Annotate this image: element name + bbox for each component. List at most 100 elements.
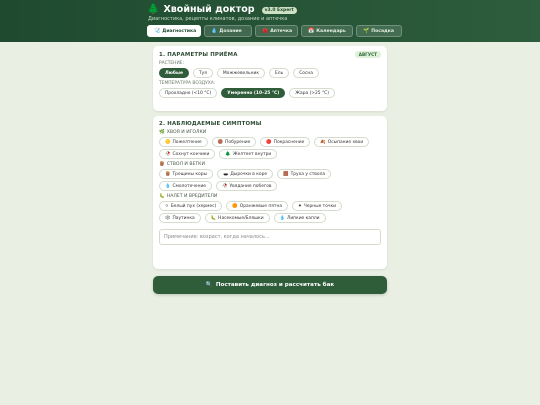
temp-option-cool[interactable]: Прохладно (<10 °C) — [159, 88, 218, 98]
tab-planting[interactable]: 🌱 Посадка — [356, 25, 402, 37]
stem-symptoms-row-1: 🪵 Трещины коры 🕳️ Дырочки в коре 🟫 Труха у … — [159, 169, 381, 179]
symptom-dust-at-trunk[interactable]: 🟫 Труха у ствола — [277, 169, 332, 179]
tab-dosing[interactable]: 💧 Дозание — [204, 25, 252, 37]
symptom-needle-drop[interactable]: 🍂 Осыпание хвои — [314, 137, 370, 147]
plant-option-spruce[interactable]: Ель — [269, 68, 290, 78]
symptom-reddening[interactable]: 🔴 Покраснение — [260, 137, 311, 147]
pests-symptoms-row-1: ⚪ Белый пух (хермес) 🟠 Оранжевые пятна ⚫ Че… — [159, 201, 381, 211]
chip-label: Липкие капли — [287, 215, 320, 221]
toolbox-icon: 🧰 — [262, 28, 269, 34]
temp-option-moderate[interactable]: Умеренно (10–25 °C) — [221, 88, 286, 98]
hole-icon: 🕳️ — [222, 171, 229, 177]
chip-label: Покраснение — [273, 139, 305, 145]
season-badge: АВГУСТ — [354, 51, 381, 58]
plant-label: РАСТЕНИЕ: — [159, 61, 185, 66]
brown-square-icon: 🟫 — [283, 171, 289, 177]
chip-label: Паутинка — [172, 215, 195, 221]
plant-option-any[interactable]: Любые — [159, 68, 189, 78]
symptom-bark-holes[interactable]: 🕳️ Дырочки в коре — [216, 169, 274, 179]
chip-label: Оранжевые пятна — [239, 203, 283, 209]
temp-option-hot[interactable]: Жара (>25 °C) — [289, 88, 335, 98]
tab-label: Календарь — [316, 28, 346, 34]
temperature-label: ТЕМПЕРАТУРА ВОЗДУХА: — [159, 81, 216, 86]
app-title: Хвойный доктор — [163, 4, 255, 15]
stem-symptoms-row-2: 💧 Смолотечение 🥀 Увядание побегов — [159, 181, 381, 191]
wilted-flower-icon: 🥀 — [222, 183, 228, 189]
note-input[interactable] — [159, 229, 381, 245]
seedling-icon: 🌱 — [363, 28, 370, 34]
wood-icon: 🪵 — [165, 171, 171, 177]
chip-label: Трещины коры — [172, 171, 207, 177]
symptom-shoot-wilting[interactable]: 🥀 Увядание побегов — [216, 181, 278, 191]
temperature-options: Прохладно (<10 °C) Умеренно (10–25 °C) Ж… — [159, 88, 381, 98]
chip-label: Побурение — [225, 139, 251, 145]
pests-group-label: 🐛 НАЛЕТ И ВРЕДИТЕЛИ — [159, 194, 381, 199]
tab-label: Посадка — [371, 28, 394, 34]
symptom-white-fluff[interactable]: ⚪ Белый пух (хермес) — [159, 201, 223, 211]
diagnose-button[interactable]: 🔍 Поставить диагноз и рассчитать бак — [153, 276, 387, 294]
symptom-inner-yellowing[interactable]: 🌲 Желтеет внутри — [219, 149, 278, 159]
chip-label: Черные точки — [303, 203, 337, 209]
white-dot-icon: ⚪ — [165, 203, 169, 209]
symptom-web[interactable]: 🕸️ Паутинка — [159, 213, 201, 223]
black-dot-icon: ⚫ — [298, 203, 302, 209]
chip-label: Увядание побегов — [229, 183, 272, 189]
orange-dot-icon: 🟠 — [232, 203, 238, 209]
symptom-orange-spots[interactable]: 🟠 Оранжевые пятна — [226, 201, 289, 211]
chip-label: Желтеет внутри — [232, 151, 272, 157]
symptom-insects-scales[interactable]: 🐛 Насекомые/Бляшки — [204, 213, 270, 223]
plant-option-thuja[interactable]: Туя — [192, 68, 213, 78]
droplet-icon: 💧 — [279, 215, 286, 221]
params-title: 1. ПАРАМЕТРЫ ПРИЁМА — [159, 51, 238, 58]
stethoscope-icon: 🩺 — [154, 28, 161, 34]
droplet-icon: 💧 — [211, 28, 218, 34]
stem-group-label: 🪵 СТВОЛ И ВЕТКИ — [159, 162, 381, 167]
tab-label: Дозание — [219, 28, 242, 34]
pests-symptoms-row-2: 🕸️ Паутинка 🐛 Насекомые/Бляшки 💧 Липкие кап… — [159, 213, 381, 223]
yellow-dot-icon: 🟡 — [165, 139, 171, 145]
main-tabs: 🩺 Диагностика 💧 Дозание 🧰 Аптечка 📅 Кале… — [147, 25, 402, 37]
chip-label: Пожелтение — [172, 139, 202, 145]
plant-option-pine[interactable]: Сосна — [293, 68, 319, 78]
tree-icon: 🌲 — [147, 4, 160, 15]
symptom-sticky-drops[interactable]: 💧 Липкие капли — [273, 213, 326, 223]
wilted-flower-icon: 🥀 — [165, 151, 171, 157]
droplet-icon: 💧 — [165, 183, 171, 189]
tab-calendar[interactable]: 📅 Календарь — [301, 25, 353, 37]
chip-label: Сохнут кончики — [172, 151, 210, 157]
chip-label: Белый пух (хермес) — [170, 203, 217, 209]
chip-label: Труха у ствола — [290, 171, 326, 177]
app-subtitle: Диагностика, рецепты клинатов, дозание и… — [148, 16, 288, 22]
needles-symptoms-row-2: 🥀 Сохнут кончики 🌲 Желтеет внутри — [159, 149, 381, 159]
tab-pharmacy[interactable]: 🧰 Аптечка — [255, 25, 298, 37]
symptom-bark-cracks[interactable]: 🪵 Трещины коры — [159, 169, 213, 179]
group-label-text: НАЛЕТ И ВРЕДИТЕЛИ — [166, 194, 218, 199]
symptoms-title: 2. НАБЛЮДАЕМЫЕ СИМПТОМЫ — [159, 121, 262, 127]
tab-label: Аптечка — [270, 28, 293, 34]
symptom-browning[interactable]: 🟤 Побурение — [211, 137, 257, 147]
chip-label: Осыпание хвои — [327, 139, 364, 145]
params-card: 1. ПАРАМЕТРЫ ПРИЁМА АВГУСТ РАСТЕНИЕ: Люб… — [153, 46, 387, 111]
plant-option-juniper[interactable]: Можжевельник — [216, 68, 266, 78]
search-icon: 🔍 — [205, 282, 213, 288]
wood-icon: 🪵 — [159, 162, 165, 167]
symptom-resin-flow[interactable]: 💧 Смолотечение — [159, 181, 213, 191]
symptom-black-dots[interactable]: ⚫ Черные точки — [292, 201, 343, 211]
chip-label: Дырочки в коре — [230, 171, 268, 177]
group-label-text: ХВОЯ И ИГОЛКИ — [166, 130, 207, 135]
symptom-yellowing[interactable]: 🟡 Пожелтение — [159, 137, 208, 147]
bug-icon: 🐛 — [159, 194, 165, 199]
chip-label: Насекомые/Бляшки — [218, 215, 264, 221]
chip-label: Смолотечение — [172, 183, 207, 189]
needles-symptoms-row-1: 🟡 Пожелтение 🟤 Побурение 🔴 Покраснение 🍂 Осы… — [159, 137, 381, 147]
bug-icon: 🐛 — [210, 215, 217, 221]
diagnose-button-label: Поставить диагноз и рассчитать бак — [215, 282, 335, 288]
fallen-leaf-icon: 🍂 — [320, 139, 326, 145]
spider-web-icon: 🕸️ — [165, 215, 171, 221]
needles-group-label: 🌿 ХВОЯ И ИГОЛКИ — [159, 130, 381, 135]
symptom-dry-tips[interactable]: 🥀 Сохнут кончики — [159, 149, 216, 159]
group-label-text: СТВОЛ И ВЕТКИ — [166, 162, 205, 167]
brown-dot-icon: 🟤 — [217, 139, 224, 145]
evergreen-tree-icon: 🌲 — [225, 151, 231, 157]
tab-diagnostics[interactable]: 🩺 Диагностика — [147, 25, 201, 37]
